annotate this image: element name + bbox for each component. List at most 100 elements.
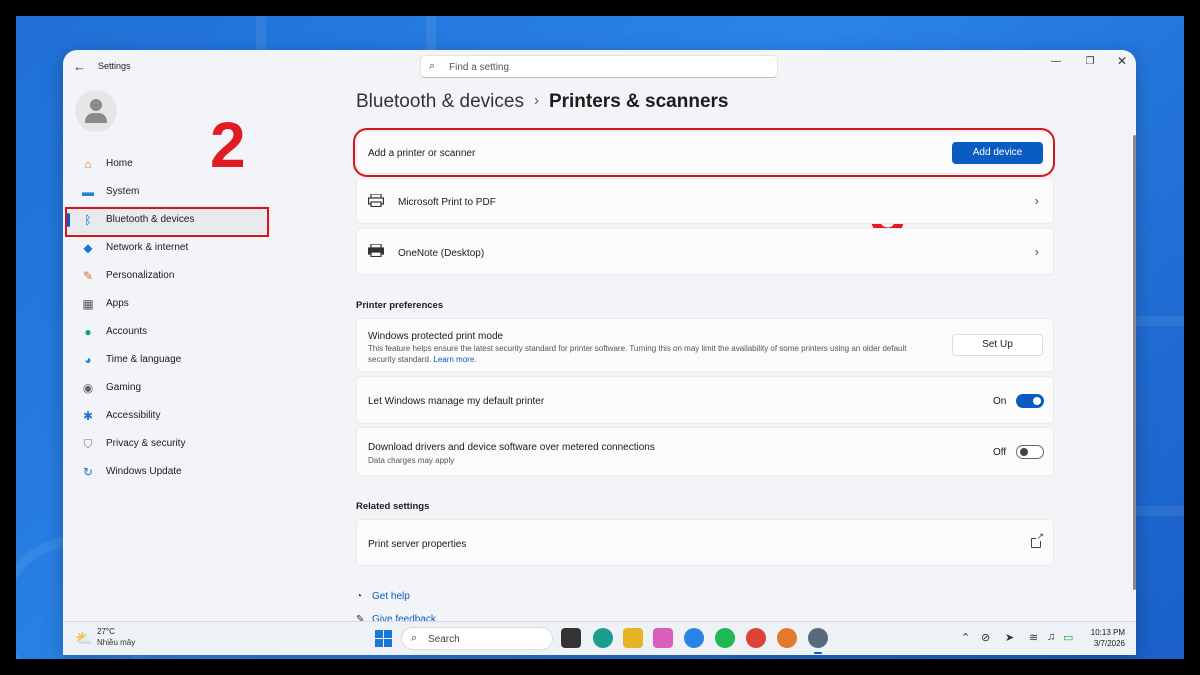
copilot-icon[interactable] bbox=[653, 628, 673, 648]
metered-title: Download drivers and device software ove… bbox=[368, 442, 655, 453]
wifi-icon: ◆ bbox=[83, 241, 93, 255]
close-icon[interactable]: ✕ bbox=[1115, 54, 1129, 68]
sidebar-item-time-language[interactable]: ◕ Time & language bbox=[65, 346, 271, 374]
apps-icon: ▦ bbox=[82, 297, 94, 311]
sidebar-item-apps[interactable]: ▦ Apps bbox=[65, 290, 271, 318]
home-icon: ⌂ bbox=[84, 157, 92, 171]
wifi-icon[interactable]: ≋ bbox=[1029, 631, 1038, 644]
protected-mode-description: This feature helps ensure the latest sec… bbox=[368, 344, 907, 364]
minimize-icon[interactable]: — bbox=[1049, 56, 1063, 67]
metered-toggle[interactable] bbox=[1016, 445, 1044, 459]
annotation-highlight-bluetooth bbox=[65, 207, 269, 237]
open-external-icon bbox=[1031, 532, 1044, 548]
set-up-button[interactable]: Set Up bbox=[952, 334, 1043, 356]
zalo-icon[interactable] bbox=[684, 628, 704, 648]
battery-icon[interactable]: ▭ bbox=[1063, 631, 1073, 644]
avatar[interactable] bbox=[75, 90, 117, 132]
scrollbar[interactable] bbox=[1133, 135, 1136, 590]
protected-print-mode-card: Windows protected print mode This featur… bbox=[356, 318, 1054, 372]
clock-time: 10:13 PM bbox=[1090, 628, 1125, 637]
sidebar-item-accessibility[interactable]: ✱ Accessibility bbox=[65, 402, 271, 430]
taskbar: ⛅ 27°C Nhiều mây ⌕ Search ⌃ ⊘ ➤ ≋ ♫ ▭ 10… bbox=[63, 621, 1136, 655]
metered-connections-card: Download drivers and device software ove… bbox=[356, 427, 1054, 476]
location-icon[interactable]: ➤ bbox=[1005, 631, 1014, 644]
default-printer-toggle[interactable] bbox=[1016, 394, 1044, 408]
sidebar-item-label: Gaming bbox=[106, 382, 142, 393]
sidebar-item-label: Home bbox=[106, 158, 133, 169]
search-placeholder: Find a setting bbox=[449, 62, 510, 73]
accounts-icon: ● bbox=[84, 325, 92, 339]
spotify-icon[interactable] bbox=[715, 628, 735, 648]
metered-description: Data charges may apply bbox=[368, 456, 455, 465]
sidebar-item-accounts[interactable]: ● Accounts bbox=[65, 318, 271, 346]
windows-start-icon[interactable] bbox=[375, 630, 392, 647]
help-icon: ◔ bbox=[356, 591, 363, 602]
chevron-right-icon: › bbox=[1034, 193, 1039, 208]
print-server-properties-card[interactable]: Print server properties bbox=[356, 519, 1054, 566]
file-explorer-icon[interactable] bbox=[623, 628, 643, 648]
breadcrumb: Bluetooth & devices › Printers & scanners bbox=[356, 91, 728, 113]
sidebar-item-label: Time & language bbox=[106, 354, 182, 365]
settings-gear-icon[interactable] bbox=[808, 628, 828, 654]
no-sync-icon[interactable]: ⊘ bbox=[981, 631, 990, 644]
settings-search-input[interactable]: ⌕ Find a setting bbox=[420, 55, 778, 78]
taskbar-search-input[interactable]: ⌕ Search bbox=[401, 627, 553, 650]
shield-icon: ⛉ bbox=[83, 437, 93, 451]
taskbar-search-placeholder: Search bbox=[428, 634, 460, 645]
sidebar-item-privacy-security[interactable]: ⛉ Privacy & security bbox=[65, 430, 271, 458]
weather-condition: Nhiều mây bbox=[97, 638, 136, 647]
sidebar-item-gaming[interactable]: ◉ Gaming bbox=[65, 374, 271, 402]
breadcrumb-separator: › bbox=[533, 92, 539, 109]
update-icon: ↻ bbox=[82, 465, 94, 479]
search-icon: ⌕ bbox=[411, 632, 418, 644]
title-bar: ← Settings ⌕ Find a setting — ❐ ✕ bbox=[63, 50, 1136, 84]
sidebar-item-system[interactable]: ▬ System bbox=[65, 178, 271, 206]
default-printer-title: Let Windows manage my default printer bbox=[368, 396, 545, 407]
page-title: Printers & scanners bbox=[548, 91, 729, 112]
annotation-step-2: 2 bbox=[210, 109, 246, 181]
volume-icon[interactable]: ♫ bbox=[1047, 631, 1055, 643]
default-printer-state: On bbox=[993, 396, 1007, 407]
sidebar-item-personalization[interactable]: ✎ Personalization bbox=[65, 262, 271, 290]
metered-state: Off bbox=[993, 447, 1007, 458]
settings-window: ← Settings ⌕ Find a setting — ❐ ✕ ⌂ Home ▬… bbox=[63, 50, 1136, 655]
related-settings-heading: Related settings bbox=[356, 501, 430, 512]
printer-item[interactable]: Microsoft Print to PDF › bbox=[356, 178, 1054, 224]
brush-icon: ✎ bbox=[82, 269, 94, 283]
print-server-label: Print server properties bbox=[368, 539, 467, 550]
learn-more-link[interactable]: Learn more. bbox=[433, 355, 476, 364]
printer-item[interactable]: OneNote (Desktop) › bbox=[356, 228, 1054, 275]
printer-icon bbox=[368, 244, 384, 257]
sidebar-item-label: Accessibility bbox=[106, 410, 161, 421]
sidebar-nav: ⌂ Home ▬ System ᛒ Bluetooth & devices ◆ Network… bbox=[63, 150, 273, 486]
get-help-link[interactable]: ◔ Get help bbox=[356, 591, 410, 602]
chevron-up-icon[interactable]: ⌃ bbox=[961, 631, 970, 644]
task-view-icon[interactable] bbox=[561, 628, 581, 648]
printer-name: Microsoft Print to PDF bbox=[398, 197, 496, 208]
maximize-icon[interactable]: ❐ bbox=[1083, 56, 1097, 67]
sidebar-item-windows-update[interactable]: ↻ Windows Update bbox=[65, 458, 271, 486]
sidebar-item-network-internet[interactable]: ◆ Network & internet bbox=[65, 234, 271, 262]
partly-cloudy-icon: ⛅ bbox=[75, 630, 93, 646]
annotation-highlight-add-printer bbox=[353, 128, 1055, 177]
chrome-profile-icon[interactable] bbox=[777, 628, 797, 648]
chevron-right-icon: › bbox=[1034, 244, 1039, 259]
printer-name: OneNote (Desktop) bbox=[398, 248, 485, 259]
default-printer-card: Let Windows manage my default printer On bbox=[356, 376, 1054, 424]
edge-browser-icon[interactable] bbox=[593, 628, 613, 648]
clock-date: 3/7/2026 bbox=[1093, 639, 1125, 648]
sidebar-item-label: Apps bbox=[106, 298, 129, 309]
sidebar-item-label: Privacy & security bbox=[106, 438, 186, 449]
gamepad-icon: ◉ bbox=[82, 381, 94, 395]
search-icon: ⌕ bbox=[429, 60, 436, 72]
sidebar-item-label: Personalization bbox=[106, 270, 175, 281]
back-arrow-icon[interactable]: ← bbox=[73, 59, 89, 75]
sidebar-item-label: Network & internet bbox=[106, 242, 189, 253]
system-icon: ▬ bbox=[82, 185, 94, 199]
chrome-icon[interactable] bbox=[746, 628, 766, 648]
weather-temperature: 27°C bbox=[97, 627, 115, 636]
system-clock[interactable]: 10:13 PM 3/7/2026 bbox=[1083, 627, 1125, 649]
breadcrumb-parent[interactable]: Bluetooth & devices bbox=[356, 91, 524, 112]
printer-preferences-heading: Printer preferences bbox=[356, 300, 444, 311]
sidebar-item-label: System bbox=[106, 186, 140, 197]
